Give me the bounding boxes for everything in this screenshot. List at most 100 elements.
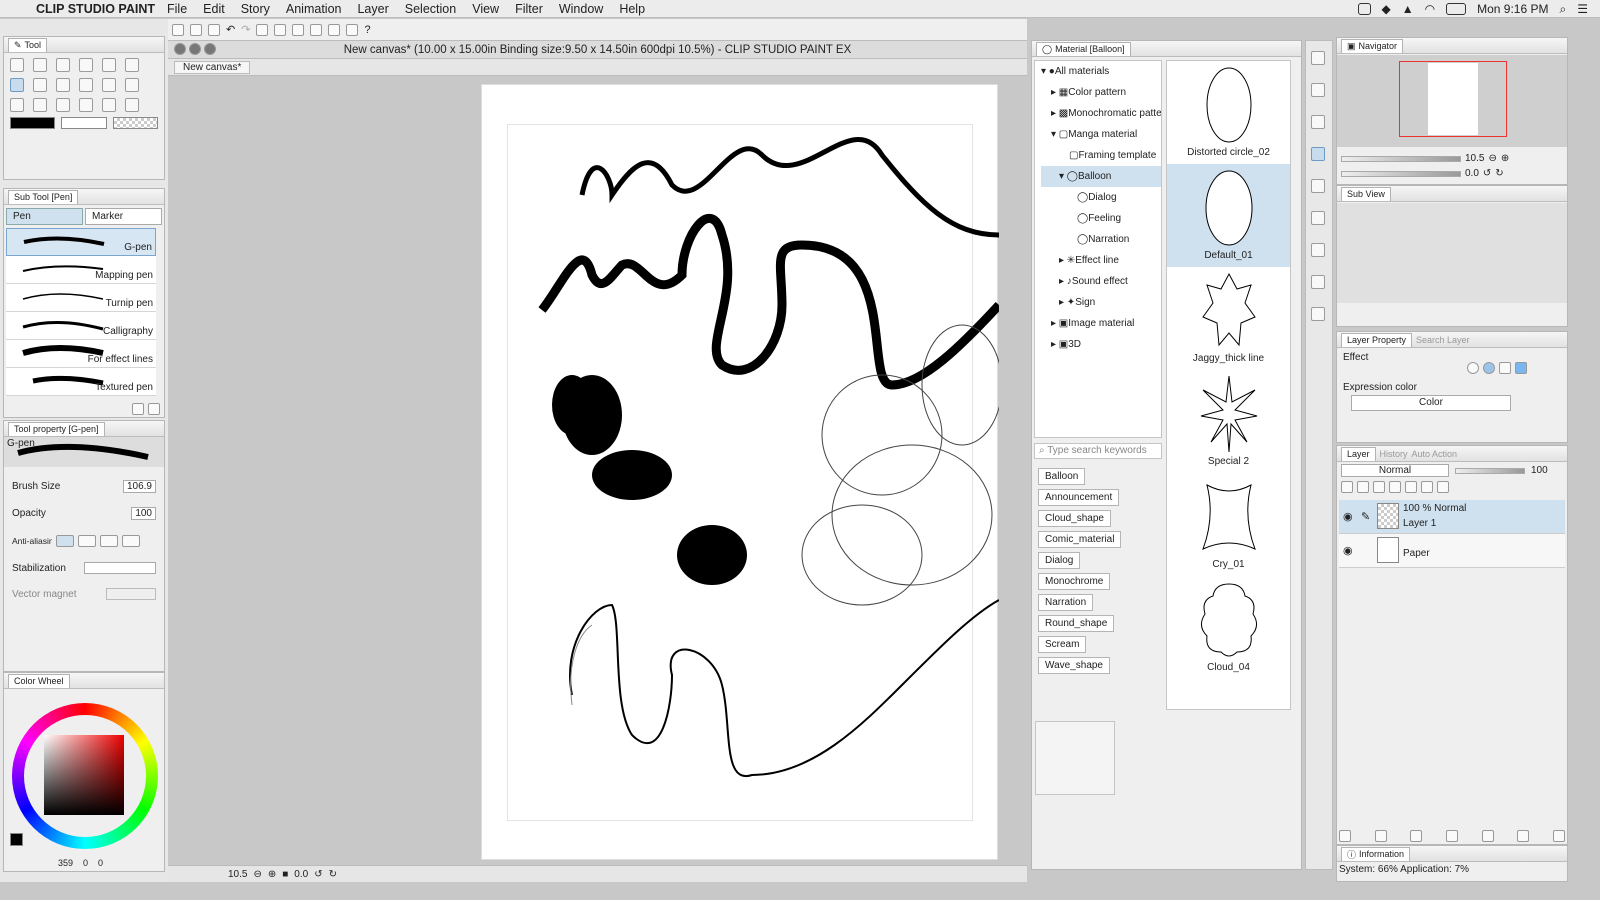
lock-icon[interactable] (1405, 481, 1417, 493)
menu-file[interactable]: File (167, 2, 187, 16)
save-icon[interactable] (208, 23, 220, 36)
zoom-out-icon[interactable]: ⊖ (253, 869, 261, 880)
pen-tool-icon[interactable] (10, 78, 24, 92)
rotate-right-icon[interactable]: ↻ (329, 869, 337, 880)
clock[interactable]: Mon 9:16 PM (1477, 2, 1548, 16)
zoom-tool-icon[interactable] (10, 58, 24, 72)
thumb-jaggy[interactable]: Jaggy_thick line (1167, 267, 1290, 370)
reference-icon[interactable] (1373, 481, 1385, 493)
navigator-zoom-slider[interactable] (1341, 155, 1461, 162)
tool-property-tab[interactable]: Tool property [G-pen] (8, 421, 105, 436)
subtool-tab[interactable]: Sub Tool [Pen] (8, 189, 79, 204)
clip-icon[interactable] (1357, 481, 1369, 493)
line-tool-icon[interactable] (56, 98, 70, 112)
effect-layer-color-icon[interactable] (1515, 362, 1527, 374)
layer-opacity-slider[interactable] (1455, 467, 1525, 474)
frame-tool-icon[interactable] (79, 98, 93, 112)
angle-readout[interactable]: 0.0 (294, 869, 308, 880)
thumb-cry[interactable]: Cry_01 (1167, 473, 1290, 576)
open-file-icon[interactable] (190, 23, 202, 36)
tag-round-shape[interactable]: Round_shape (1038, 615, 1115, 632)
layer-color-icon[interactable] (1341, 481, 1353, 493)
thumb-distorted-circle[interactable]: Distorted circle_02 (1167, 61, 1290, 164)
material-pose-icon[interactable] (1311, 307, 1325, 321)
menu-layer[interactable]: Layer (357, 2, 388, 16)
trash-icon[interactable] (148, 403, 160, 415)
antialias-medium-button[interactable] (100, 535, 118, 547)
pen-group-tab[interactable]: Pen (6, 208, 83, 225)
blend-mode-select[interactable]: Normal (1341, 464, 1449, 477)
transfer-down-icon[interactable] (1481, 830, 1494, 842)
navigator-tab[interactable]: ▣ Navigator (1341, 38, 1404, 53)
thumb-cloud[interactable]: Cloud_04 (1167, 576, 1290, 679)
effect-border-icon[interactable] (1467, 362, 1479, 374)
tag-dialog[interactable]: Dialog (1038, 552, 1081, 569)
auto-action-tab[interactable]: Auto Action (1412, 449, 1458, 459)
effect-color-icon[interactable] (1483, 362, 1495, 374)
navigator-angle-value[interactable]: 0.0 (1465, 168, 1479, 179)
drive-icon[interactable]: ▲ (1402, 2, 1414, 16)
dropbox-icon[interactable]: ◆ (1382, 2, 1391, 16)
eraser-tool-icon[interactable] (125, 78, 139, 92)
visibility-eye-icon[interactable]: ◉ (1343, 510, 1353, 523)
tree-narration[interactable]: ◯ Narration (1041, 229, 1161, 250)
subview-tab[interactable]: Sub View (1341, 186, 1391, 201)
menu-filter[interactable]: Filter (515, 2, 543, 16)
merge-down-icon[interactable] (1517, 830, 1530, 842)
material-balloon-icon[interactable] (1311, 147, 1325, 161)
search-layer-tab[interactable]: Search Layer (1416, 335, 1470, 345)
select-all-icon[interactable] (256, 23, 269, 36)
effect-tone-icon[interactable] (1499, 362, 1511, 374)
thumb-default[interactable]: Default_01 (1167, 164, 1290, 267)
material-line-icon[interactable] (1311, 211, 1325, 225)
undo-icon[interactable]: ↶ (226, 23, 235, 36)
close-window-icon[interactable] (174, 43, 186, 55)
navigator-zoom-out-icon[interactable]: ⊖ (1488, 153, 1496, 164)
antialias-strong-button[interactable] (122, 535, 140, 547)
antialias-weak-button[interactable] (78, 535, 96, 547)
menu-help[interactable]: Help (619, 2, 645, 16)
check-icon[interactable] (1357, 3, 1371, 15)
navigator-rotate-right-icon[interactable]: ↻ (1495, 168, 1503, 179)
tree-feeling[interactable]: ◯ Feeling (1041, 208, 1161, 229)
navigator-rotate-slider[interactable] (1341, 170, 1461, 177)
layer-row-layer1[interactable]: ◉ ✎ 100 % Normal Layer 1 (1339, 500, 1565, 534)
brush-mapping-pen[interactable]: Mapping pen (6, 256, 156, 284)
navigator-rotate-left-icon[interactable]: ↺ (1483, 168, 1491, 179)
thumb-special[interactable]: Special 2 (1167, 370, 1290, 473)
redo-icon[interactable]: ↷ (241, 23, 250, 36)
layer-menu-icon[interactable] (1339, 830, 1351, 842)
vector-magnet-label[interactable]: Vector magnet (12, 589, 76, 600)
draft-icon[interactable] (1389, 481, 1401, 493)
delete-layer-icon[interactable] (1552, 830, 1565, 842)
brush-effect-lines[interactable]: For effect lines (6, 340, 156, 368)
menu-story[interactable]: Story (241, 2, 270, 16)
app-name[interactable]: CLIP STUDIO PAINT (36, 2, 155, 16)
mask-icon[interactable] (1437, 481, 1449, 493)
transform-icon[interactable] (292, 23, 305, 36)
new-file-icon[interactable] (172, 23, 184, 36)
layer-row-paper[interactable]: ◉ Paper (1339, 534, 1565, 568)
brush-turnip-pen[interactable]: Turnip pen (6, 284, 156, 312)
airbrush-tool-icon[interactable] (79, 78, 93, 92)
new-raster-layer-icon[interactable] (1374, 830, 1387, 842)
tree-dialog[interactable]: ◯ Dialog (1041, 187, 1161, 208)
scale-icon[interactable] (310, 23, 323, 36)
zoom-window-icon[interactable] (204, 43, 216, 55)
tree-sign[interactable]: ▸ ✦ Sign (1041, 292, 1161, 313)
navigator-zoom-in-icon[interactable]: ⊕ (1501, 153, 1509, 164)
menu-selection[interactable]: Selection (405, 2, 456, 16)
layer-opacity-value[interactable]: 100 (1531, 465, 1548, 476)
menu-window[interactable]: Window (559, 2, 603, 16)
tree-sound-effect[interactable]: ▸ ♪ Sound effect (1041, 271, 1161, 292)
expression-color-select[interactable]: Color (1351, 395, 1511, 411)
tag-wave-shape[interactable]: Wave_shape (1038, 657, 1110, 674)
layer-property-tab[interactable]: Layer Property (1341, 332, 1413, 347)
history-tab[interactable]: History (1380, 449, 1408, 459)
search-icon[interactable]: ⌕ (1560, 2, 1567, 17)
tree-balloon[interactable]: ▾ ◯ Balloon (1041, 166, 1161, 187)
brush-gpen[interactable]: G-pen (6, 228, 156, 256)
rotate-left-icon[interactable]: ↺ (314, 869, 322, 880)
decoration-tool-icon[interactable] (102, 78, 116, 92)
ruler-icon[interactable] (328, 23, 341, 36)
